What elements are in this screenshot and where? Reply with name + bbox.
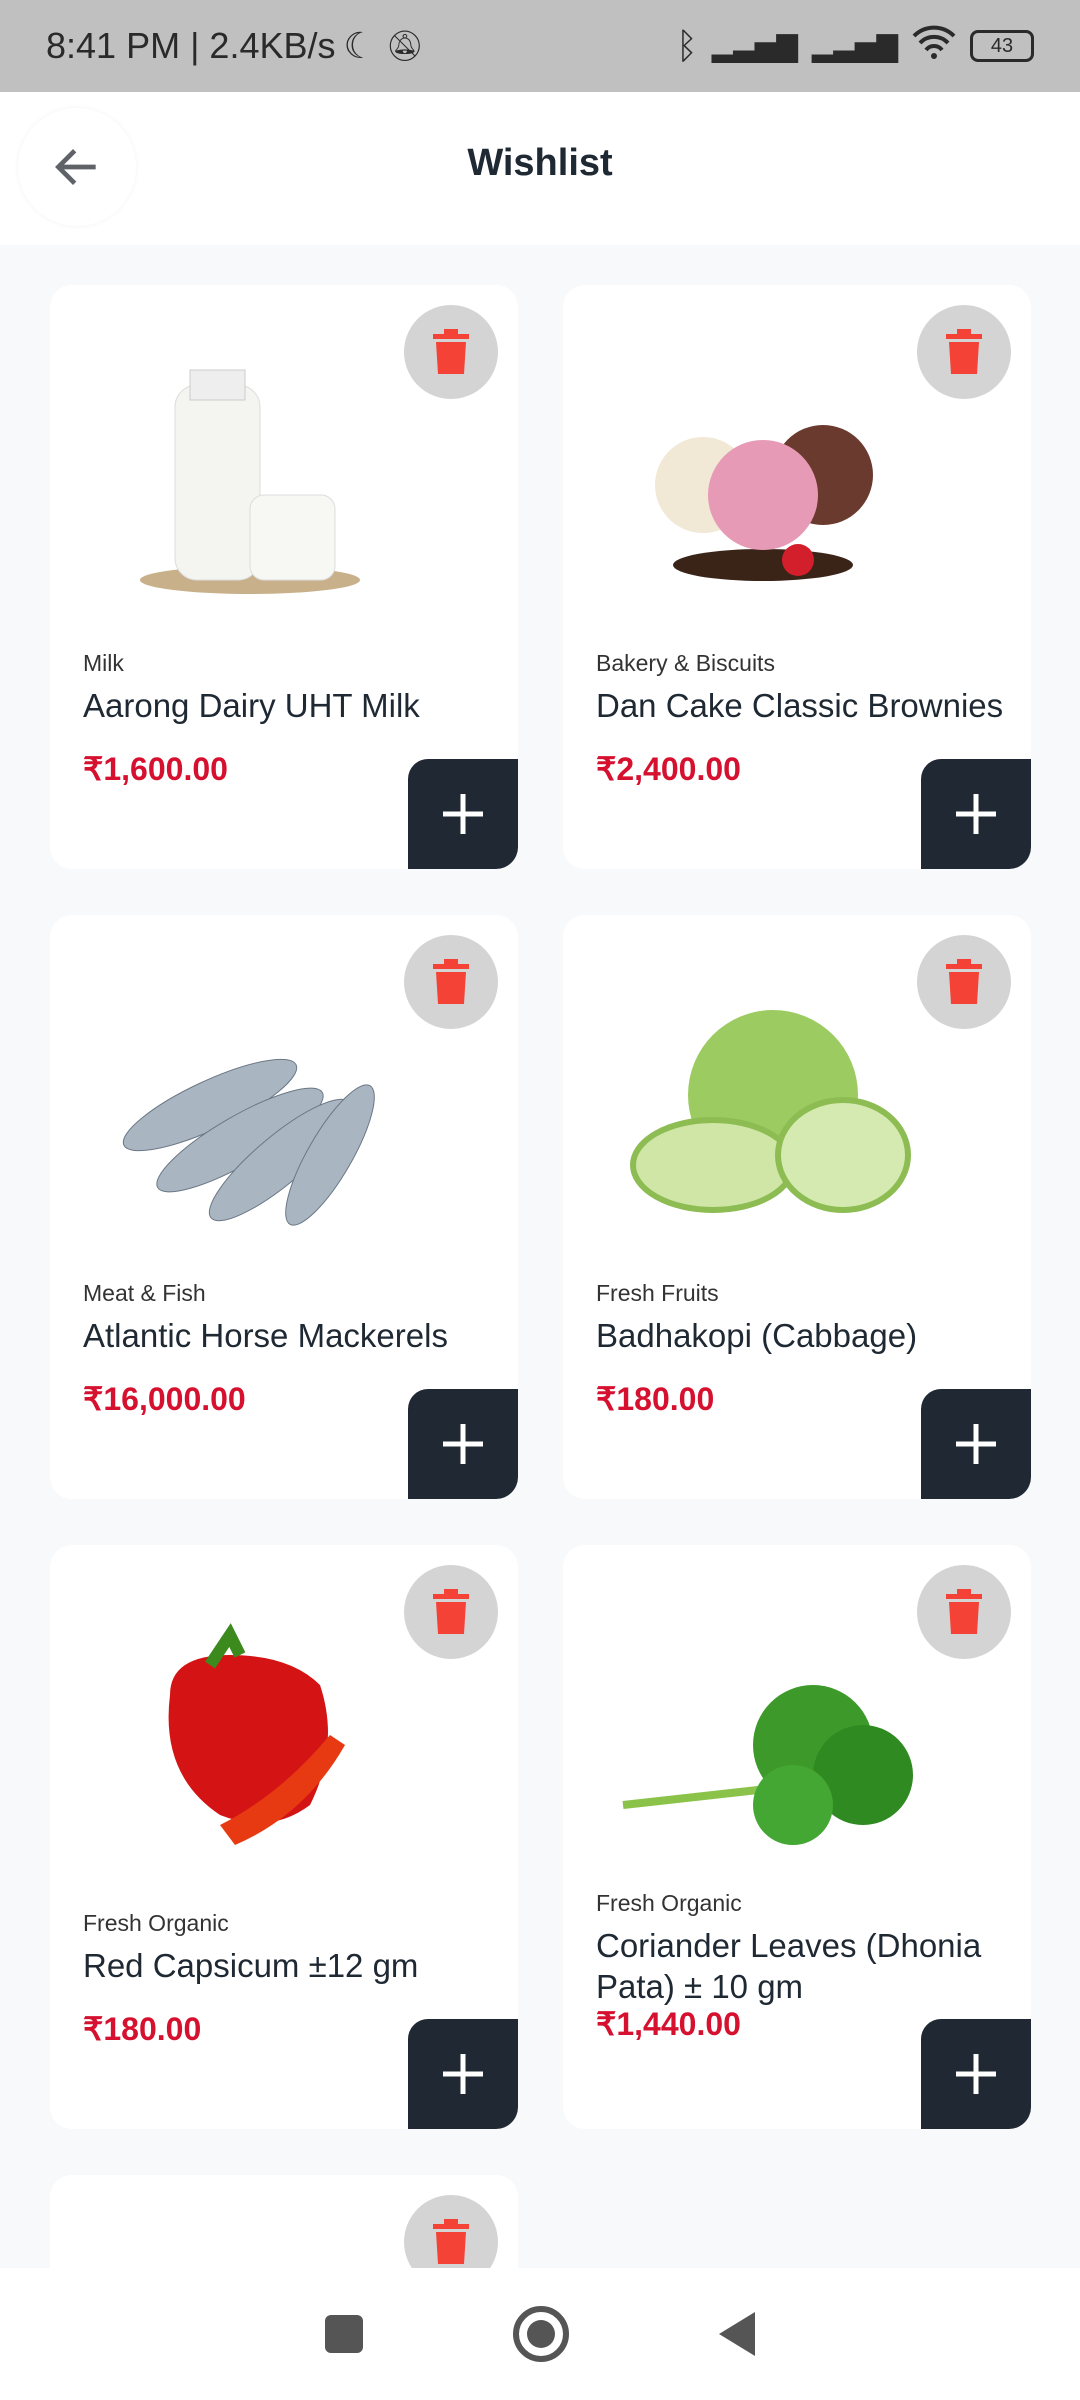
bluetooth-icon: ᛒ — [676, 25, 698, 67]
product-name: Dan Cake Classic Brownies — [596, 685, 1011, 726]
plus-icon — [954, 1422, 998, 1466]
app-header: Wishlist — [0, 92, 1080, 245]
trash-icon — [431, 1588, 471, 1636]
trash-icon — [944, 328, 984, 376]
back-nav-button[interactable] — [719, 2312, 755, 2356]
trash-icon — [431, 328, 471, 376]
product-card[interactable]: Fresh Fruits Badhakopi (Cabbage) ₹180.00 — [563, 915, 1031, 1499]
product-name: Coriander Leaves (Dhonia Pata) ± 10 gm — [596, 1925, 1011, 2007]
product-card[interactable]: Fresh Organic Red Capsicum ±12 gm ₹180.0… — [50, 1545, 518, 2129]
coriander-image — [603, 1605, 923, 1865]
add-to-cart-button[interactable] — [408, 759, 518, 869]
trash-icon — [944, 1588, 984, 1636]
product-card[interactable]: Milk Aarong Dairy UHT Milk ₹1,600.00 — [50, 285, 518, 869]
add-to-cart-button[interactable] — [408, 2019, 518, 2129]
add-to-cart-button[interactable] — [921, 759, 1031, 869]
moon-icon: ☾ — [344, 25, 376, 67]
add-to-cart-button[interactable] — [921, 2019, 1031, 2129]
product-category: Meat & Fish — [83, 1280, 206, 1307]
ice-cream-image — [603, 345, 923, 605]
status-time: 8:41 PM | 2.4KB/s — [46, 25, 336, 67]
delete-button[interactable] — [404, 305, 498, 399]
product-card[interactable]: Meat & Fish Atlantic Horse Mackerels ₹16… — [50, 915, 518, 1499]
product-price: ₹1,600.00 — [83, 750, 228, 788]
wifi-icon — [912, 24, 956, 69]
product-card[interactable]: Bakery & Biscuits Dan Cake Classic Brown… — [563, 285, 1031, 869]
product-category: Bakery & Biscuits — [596, 650, 775, 677]
delete-button[interactable] — [917, 305, 1011, 399]
product-category: Fresh Organic — [83, 1910, 229, 1937]
product-category: Milk — [83, 650, 124, 677]
product-name: Atlantic Horse Mackerels — [83, 1315, 498, 1356]
product-name: Badhakopi (Cabbage) — [596, 1315, 1011, 1356]
home-button[interactable] — [513, 2306, 569, 2362]
product-card[interactable]: Fresh Organic Coriander Leaves (Dhonia P… — [563, 1545, 1031, 2129]
product-price: ₹1,440.00 — [596, 2005, 741, 2043]
add-to-cart-button[interactable] — [408, 1389, 518, 1499]
delete-button[interactable] — [917, 1565, 1011, 1659]
cabbage-image — [603, 975, 923, 1235]
plus-icon — [441, 1422, 485, 1466]
signal-icon-2: ▂▃▅▇ — [812, 30, 898, 63]
plus-icon — [954, 792, 998, 836]
delete-button[interactable] — [917, 935, 1011, 1029]
trash-icon — [944, 958, 984, 1006]
plus-icon — [441, 2052, 485, 2096]
plus-icon — [441, 792, 485, 836]
recents-button[interactable] — [325, 2315, 363, 2353]
signal-icon: ▂▃▅▇ — [712, 30, 798, 63]
product-price: ₹180.00 — [596, 1380, 714, 1418]
page-title: Wishlist — [0, 142, 1080, 185]
product-price: ₹2,400.00 — [596, 750, 741, 788]
product-price: ₹16,000.00 — [83, 1380, 246, 1418]
delete-button[interactable] — [404, 935, 498, 1029]
delete-button[interactable] — [404, 1565, 498, 1659]
trash-icon — [431, 2218, 471, 2266]
status-bar: 8:41 PM | 2.4KB/s ☾ 🔕︎ ᛒ ▂▃▅▇ ▂▃▅▇ 43 — [0, 0, 1080, 92]
system-nav-bar — [0, 2268, 1080, 2400]
product-price: ₹180.00 — [83, 2010, 201, 2048]
milk-image — [90, 345, 410, 605]
plus-icon — [954, 2052, 998, 2096]
capsicum-image — [90, 1605, 410, 1865]
product-category: Fresh Organic — [596, 1890, 742, 1917]
trash-icon — [431, 958, 471, 1006]
add-to-cart-button[interactable] — [921, 1389, 1031, 1499]
bell-off-icon: 🔕︎ — [386, 29, 424, 64]
product-name: Red Capsicum ±12 gm — [83, 1945, 498, 1986]
product-name: Aarong Dairy UHT Milk — [83, 685, 498, 726]
product-category: Fresh Fruits — [596, 1280, 719, 1307]
fish-image — [90, 975, 410, 1235]
battery-icon: 43 — [970, 30, 1034, 62]
